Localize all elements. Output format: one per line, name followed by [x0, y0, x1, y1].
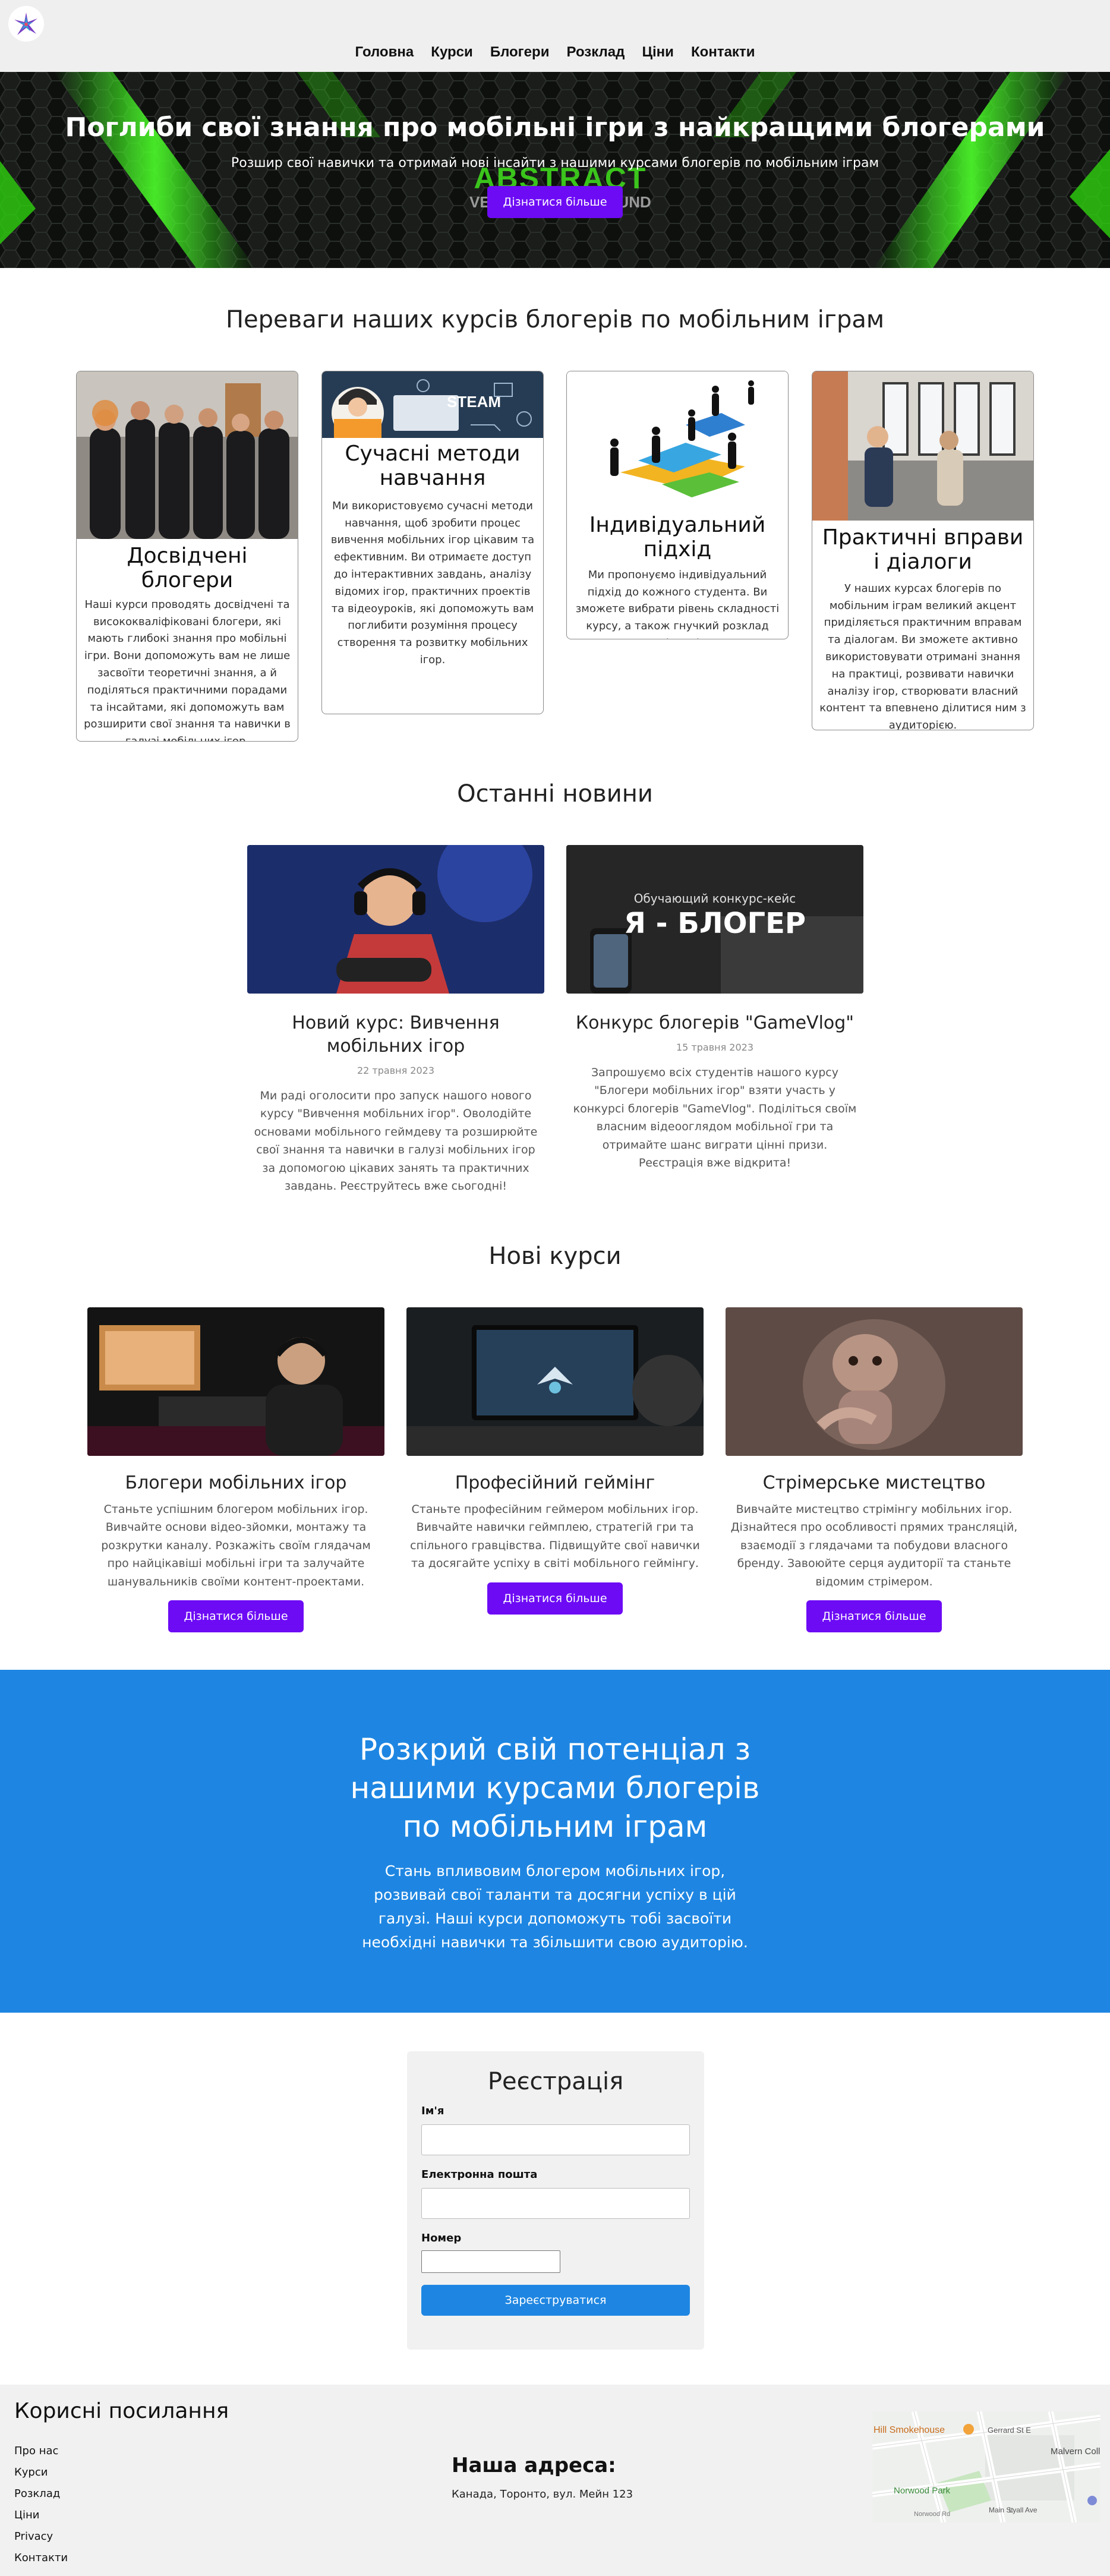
card-title: Сучасні методи навчання: [345, 442, 521, 491]
course-image: [87, 1307, 384, 1456]
pin-icon: [963, 2424, 974, 2435]
dialogue-photo: [812, 371, 1033, 521]
advantage-card-modern-methods: STEAM Сучасні методи навчання Ми викорис…: [321, 371, 544, 714]
card-title: Індивідуальний підхід: [589, 513, 766, 562]
course-text: Станьте успішним блогером мобільних ігор…: [101, 1503, 371, 1588]
svg-text:Norwood Park: Norwood Park: [894, 2486, 951, 2496]
svg-text:STEAM: STEAM: [447, 393, 501, 411]
registration-title: Реєстрація: [487, 2068, 624, 2095]
news-text: Запрошуємо всіх студентів нашого курсу "…: [573, 1066, 857, 1169]
footer-link-schedule[interactable]: Розклад: [14, 2483, 68, 2505]
card-text: У наших курсах блогерів по мобільним ігр…: [819, 582, 1026, 730]
news-text: Ми раді оголосити про запуск нашого ново…: [254, 1089, 538, 1193]
footer-links: Про нас Курси Розклад Ціни Privacy Конта…: [14, 2441, 68, 2569]
cta-text: Стань впливовим блогером мобільних ігор,…: [362, 1862, 748, 1951]
course-learn-more-button[interactable]: Дізнатися більше: [806, 1600, 942, 1632]
phone-field[interactable]: [421, 2250, 560, 2273]
nav-contacts[interactable]: Контакти: [691, 44, 755, 60]
course-title: Блогери мобільних ігор: [125, 1473, 347, 1493]
news-image[interactable]: [247, 845, 544, 994]
nav-schedule[interactable]: Розклад: [567, 44, 625, 60]
phone-label: Номер: [421, 2232, 462, 2244]
contest-heading: Я - БЛОГЕР: [623, 907, 806, 940]
news-item: Обучающий конкурс-кейс Я - БЛОГЕР Конкур…: [566, 845, 863, 1172]
card-title: Досвідчені блогери: [127, 544, 248, 593]
course-learn-more-button[interactable]: Дізнатися більше: [168, 1600, 304, 1632]
advantage-card-individual: Індивідуальний підхід Ми пропонуємо інди…: [566, 371, 789, 639]
news-image[interactable]: Обучающий конкурс-кейс Я - БЛОГЕР: [566, 845, 863, 994]
nav-courses[interactable]: Курси: [431, 44, 472, 60]
nav-prices[interactable]: Ціни: [642, 44, 673, 60]
cta-section: Розкрий свій потенціал з нашими курсами …: [0, 1670, 1110, 2013]
email-field[interactable]: [421, 2188, 690, 2219]
footer-link-prices[interactable]: Ціни: [14, 2505, 68, 2526]
name-label: Ім'я: [421, 2105, 444, 2117]
site-header: Головна Курси Блогери Розклад Ціни Конта…: [0, 0, 1110, 72]
card-text: Наші курси проводять досвідчені та висок…: [84, 598, 291, 742]
course-card: Блогери мобільних ігор Станьте успішним …: [87, 1307, 384, 1632]
bloggers-group-photo: [77, 371, 298, 539]
pro-gaming-photo: [406, 1307, 704, 1456]
steam-illustration: STEAM: [322, 371, 543, 439]
course-card: Стрімерське мистецтво Вивчайте мистецтво…: [726, 1307, 1023, 1632]
card-text: Ми використовуємо сучасні методи навчанн…: [330, 499, 535, 666]
main-nav: Головна Курси Блогери Розклад Ціни Конта…: [0, 44, 1110, 61]
svg-text:Gerrard St E: Gerrard St E: [988, 2426, 1031, 2435]
footer-link-contacts[interactable]: Контакти: [14, 2547, 68, 2569]
svg-text:Hill Smokehouse: Hill Smokehouse: [874, 2425, 945, 2435]
news-title[interactable]: Конкурс блогерів "GameVlog": [566, 1011, 863, 1035]
creature-photo: [726, 1307, 1023, 1456]
advantages-title: Переваги наших курсів блогерів по мобіль…: [225, 306, 885, 333]
news-date: 22 травня 2023: [357, 1065, 435, 1076]
map-graphic: Hill Smokehouse Gerrard St E Malvern Col…: [872, 2411, 1100, 2523]
news-title[interactable]: Новий курс: Вивчення мобільних ігор: [247, 1011, 544, 1058]
course-image: [726, 1307, 1023, 1456]
registration-form: Реєстрація Ім'я Електронна пошта Номер З…: [407, 2051, 704, 2350]
gamer-boy-photo: [247, 845, 544, 994]
advantage-card-practical: Практичні вправи і діалоги У наших курса…: [812, 371, 1034, 730]
nav-bloggers[interactable]: Блогери: [490, 44, 550, 60]
email-label: Електронна пошта: [421, 2168, 538, 2181]
logo-icon: [14, 12, 37, 35]
course-card: Професійний геймінг Станьте професійним …: [406, 1307, 704, 1615]
cta-title: Розкрий свій потенціал з нашими курсами …: [350, 1732, 760, 1844]
site-footer: Корисні посилання Про нас Курси Розклад …: [0, 2385, 1110, 2576]
name-field[interactable]: [421, 2124, 690, 2155]
svg-text:Norwood Rd: Norwood Rd: [914, 2511, 950, 2518]
news-item: Новий курс: Вивчення мобільних ігор 22 т…: [247, 845, 544, 1195]
svg-text:Lyall Ave: Lyall Ave: [1009, 2506, 1038, 2514]
logo[interactable]: [8, 6, 44, 42]
course-text: Станьте професійним геймером мобільних і…: [410, 1503, 700, 1571]
address-text: Канада, Торонто, вул. Мейн 123: [452, 2488, 633, 2501]
advantage-card-experienced: Досвідчені блогери Наші курси проводять …: [76, 371, 298, 742]
hero-subtitle: Розшир свої навички та отримай нові інса…: [231, 156, 879, 171]
course-title: Професійний геймінг: [455, 1473, 655, 1493]
svg-text:Malvern Collegiate Institute: Malvern Collegiate Institute: [1051, 2446, 1100, 2457]
course-text: Вивчайте мистецтво стрімінгу мобільних і…: [730, 1503, 1018, 1588]
address-title: Наша адреса:: [452, 2454, 616, 2477]
hero-title: Поглиби свої знання про мобільні ігри з …: [65, 112, 1045, 143]
gaming-setup-photo: [87, 1307, 384, 1456]
news-date: 15 травня 2023: [676, 1042, 754, 1053]
contest-caption: Обучающий конкурс-кейс: [633, 891, 796, 906]
courses-title: Нові курси: [488, 1243, 622, 1270]
useful-links-title: Корисні посилання: [14, 2399, 229, 2423]
puzzle-people-illustration: [567, 371, 788, 506]
footer-link-courses[interactable]: Курси: [14, 2462, 68, 2483]
location-map[interactable]: Hill Smokehouse Gerrard St E Malvern Col…: [872, 2411, 1100, 2523]
card-title: Практичні вправи і діалоги: [822, 525, 1024, 575]
news-title: Останні новини: [457, 780, 653, 808]
course-title: Стрімерське мистецтво: [762, 1473, 986, 1493]
register-button[interactable]: Зареєструватися: [421, 2285, 690, 2316]
nav-home[interactable]: Головна: [355, 44, 414, 60]
hero-content: Поглиби свої знання про мобільні ігри з …: [0, 112, 1110, 218]
course-learn-more-button[interactable]: Дізнатися більше: [487, 1582, 623, 1615]
hero-banner: ABSTRACT VECTOR BACKGROUND Поглиби свої …: [0, 72, 1110, 268]
hero-learn-more-button[interactable]: Дізнатися більше: [487, 186, 623, 218]
card-text: Ми пропонуємо індивідуальний підхід до к…: [575, 568, 780, 639]
footer-link-privacy[interactable]: Privacy: [14, 2526, 68, 2547]
footer-link-about[interactable]: Про нас: [14, 2441, 68, 2462]
course-image: [406, 1307, 704, 1456]
